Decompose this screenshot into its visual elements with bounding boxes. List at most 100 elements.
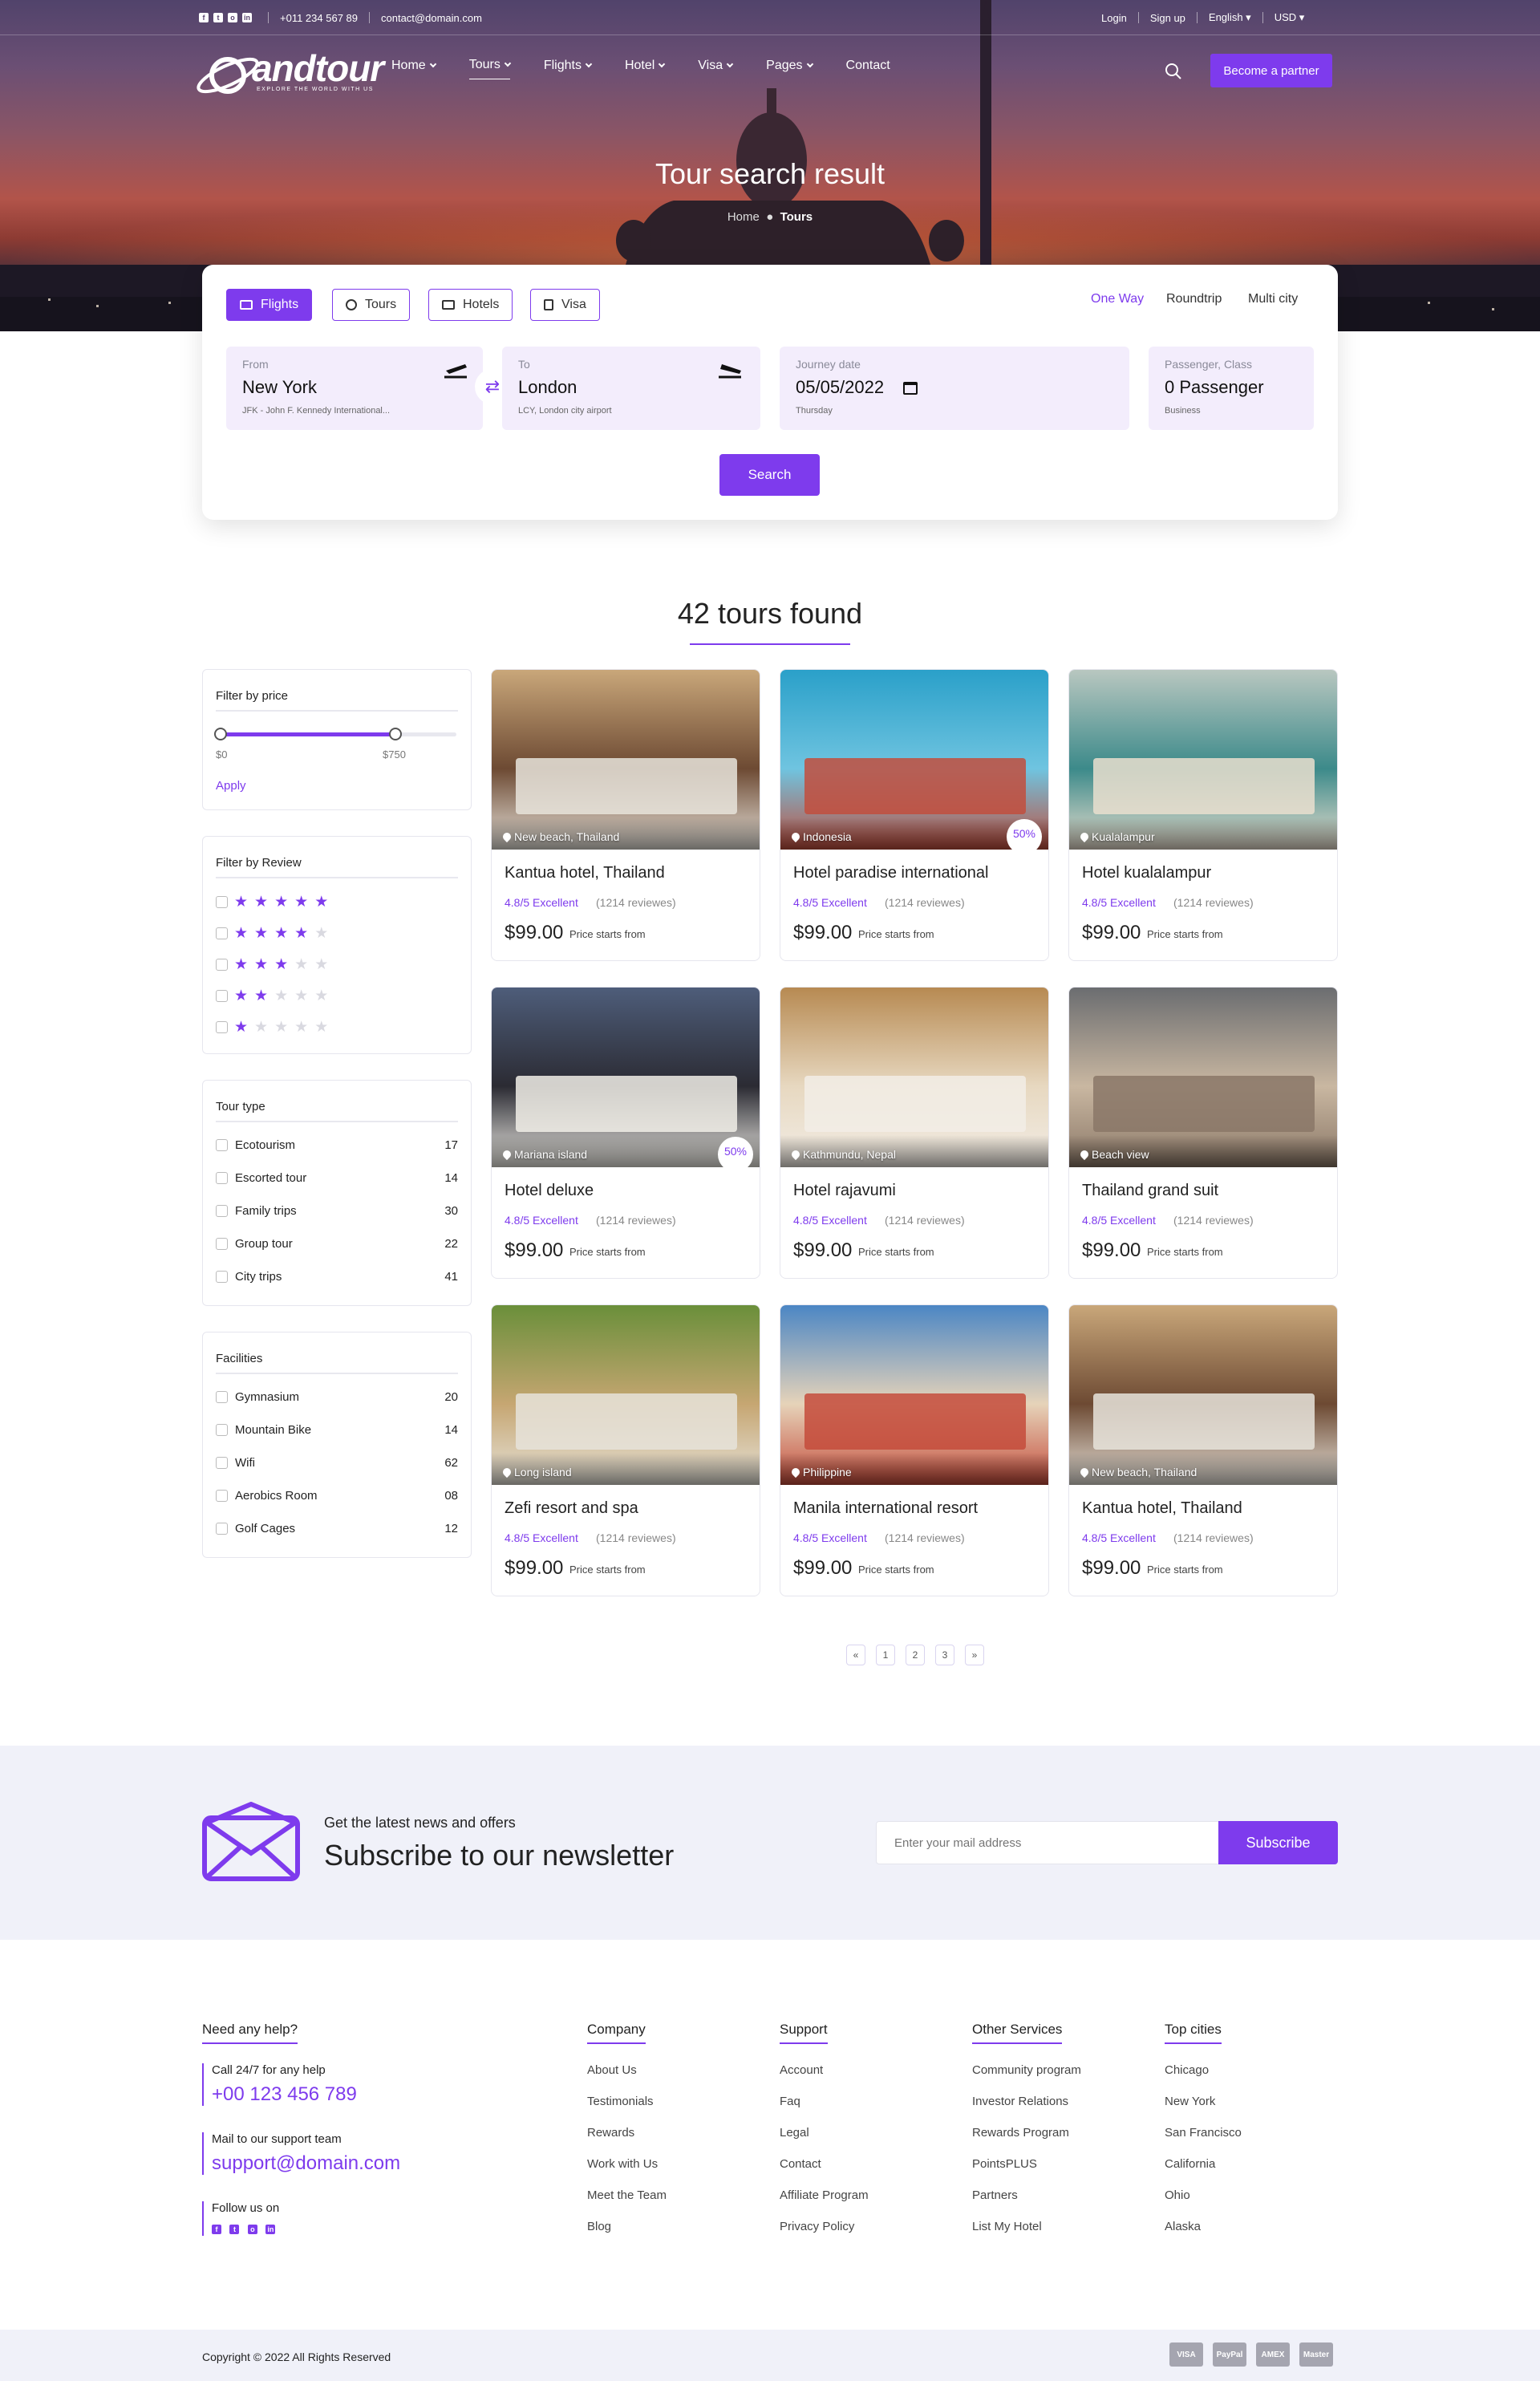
instagram-icon[interactable]: o [247, 2225, 257, 2234]
tour-type-ecotourism[interactable]: Ecotourism 17 [216, 1138, 458, 1152]
facebook-icon[interactable]: f [199, 13, 209, 22]
tour-photo[interactable]: Long island [492, 1305, 760, 1485]
tour-type-family[interactable]: Family trips 30 [216, 1204, 458, 1218]
footer-link[interactable]: Blog [587, 2220, 611, 2233]
footer-link[interactable]: Work with Us [587, 2157, 658, 2171]
nav-tours[interactable]: Tours [468, 58, 512, 79]
page-number[interactable]: 1 [876, 1645, 895, 1665]
footer-link[interactable]: Affiliate Program [780, 2188, 869, 2202]
facility-gymnasium[interactable]: Gymnasium 20 [216, 1390, 458, 1404]
search-button[interactable]: Search [719, 454, 820, 496]
checkbox[interactable] [216, 1391, 228, 1403]
checkbox[interactable] [216, 1424, 228, 1436]
footer-link[interactable]: California [1165, 2157, 1215, 2171]
nav-flights[interactable]: Flights [544, 58, 593, 79]
linkedin-icon[interactable]: in [265, 2225, 276, 2234]
trip-roundtrip[interactable]: Roundtrip [1166, 292, 1222, 306]
facility-mountain-bike[interactable]: Mountain Bike 14 [216, 1423, 458, 1437]
page-next[interactable]: » [965, 1645, 984, 1665]
footer-link[interactable]: Contact [780, 2157, 821, 2171]
tour-photo[interactable]: Kualalampur [1069, 670, 1337, 850]
footer-link[interactable]: San Francisco [1165, 2126, 1242, 2140]
linkedin-icon[interactable]: in [242, 13, 252, 22]
tour-name[interactable]: Zefi resort and spa [505, 1499, 638, 1518]
tour-type-city[interactable]: City trips 41 [216, 1270, 458, 1284]
page-number[interactable]: 3 [935, 1645, 954, 1665]
checkbox[interactable] [216, 1139, 228, 1151]
signup-link[interactable]: Sign up [1150, 12, 1185, 24]
apply-button[interactable]: Apply [216, 779, 246, 793]
newsletter-email-input[interactable] [876, 1821, 1219, 1864]
login-link[interactable]: Login [1101, 12, 1127, 24]
tour-name[interactable]: Kantua hotel, Thailand [505, 864, 665, 882]
tour-photo[interactable]: Mariana island 50% [492, 988, 760, 1167]
tour-photo[interactable]: Indonesia 50% [780, 670, 1048, 850]
footer-link[interactable]: Rewards [587, 2126, 634, 2140]
tour-type-escorted[interactable]: Escorted tour 14 [216, 1171, 458, 1185]
nav-pages[interactable]: Pages [766, 58, 813, 79]
tour-photo[interactable]: New beach, Thailand [492, 670, 760, 850]
checkbox[interactable] [216, 959, 228, 971]
tour-name[interactable]: Hotel paradise international [793, 864, 989, 882]
topbar-email[interactable]: contact@domain.com [381, 12, 482, 24]
facility-aerobics[interactable]: Aerobics Room 08 [216, 1489, 458, 1503]
trip-one-way[interactable]: One Way [1091, 292, 1144, 306]
price-max-handle[interactable] [389, 728, 402, 740]
search-icon[interactable] [1165, 63, 1182, 80]
tour-card[interactable]: Beach view Thailand grand suit 4.8/5 Excel… [1068, 987, 1338, 1279]
tour-card[interactable]: Philippine Manila international resort 4.8… [780, 1304, 1049, 1596]
topbar-phone[interactable]: +011 234 567 89 [280, 12, 358, 24]
footer-link[interactable]: Partners [972, 2188, 1018, 2202]
language-select[interactable]: English ▾ [1209, 11, 1251, 24]
footer-link[interactable]: About Us [587, 2063, 637, 2077]
currency-select[interactable]: USD ▾ [1275, 11, 1305, 24]
tour-name[interactable]: Thailand grand suit [1082, 1182, 1218, 1200]
mail-address[interactable]: support@domain.com [212, 2152, 400, 2175]
brand-logo[interactable]: andtour EXPLORE THE WORLD WITH US [196, 47, 384, 103]
checkbox[interactable] [216, 1490, 228, 1502]
tour-card[interactable]: Kualalampur Hotel kualalampur 4.8/5 Excell… [1068, 669, 1338, 961]
footer-link[interactable]: Testimonials [587, 2095, 654, 2108]
footer-link[interactable]: List My Hotel [972, 2220, 1042, 2233]
facility-wifi[interactable]: Wifi 62 [216, 1456, 458, 1470]
journey-date-field[interactable]: Journey date 05/05/2022 Thursday [780, 347, 1129, 430]
passenger-field[interactable]: Passenger, Class 0 Passenger Business [1149, 347, 1314, 430]
rating-option[interactable]: ★ ★ ★ ★ ★ [216, 988, 328, 1004]
tour-name[interactable]: Manila international resort [793, 1499, 978, 1518]
tour-photo[interactable]: Philippine [780, 1305, 1048, 1485]
tour-name[interactable]: Hotel deluxe [505, 1182, 594, 1200]
tour-photo[interactable]: New beach, Thailand [1069, 1305, 1337, 1485]
footer-link[interactable]: Meet the Team [587, 2188, 667, 2202]
footer-link[interactable]: Rewards Program [972, 2126, 1069, 2140]
checkbox[interactable] [216, 990, 228, 1002]
tab-hotels[interactable]: Hotels [428, 289, 513, 321]
rating-option[interactable]: ★ ★ ★ ★ ★ [216, 894, 328, 910]
nav-contact[interactable]: Contact [846, 58, 890, 79]
checkbox[interactable] [216, 1205, 228, 1217]
trip-multi-city[interactable]: Multi city [1248, 292, 1298, 306]
footer-link[interactable]: Legal [780, 2126, 809, 2140]
footer-link[interactable]: Account [780, 2063, 823, 2077]
tour-card[interactable]: Indonesia 50% Hotel paradise international… [780, 669, 1049, 961]
twitter-icon[interactable]: t [213, 13, 223, 22]
nav-visa[interactable]: Visa [698, 58, 734, 79]
instagram-icon[interactable]: o [228, 13, 237, 22]
tour-name[interactable]: Hotel rajavumi [793, 1182, 896, 1200]
nav-hotel[interactable]: Hotel [625, 58, 666, 79]
checkbox[interactable] [216, 1172, 228, 1184]
to-field[interactable]: To London LCY, London city airport [502, 347, 760, 430]
checkbox[interactable] [216, 896, 228, 908]
checkbox[interactable] [216, 1457, 228, 1469]
calendar-icon[interactable] [903, 382, 918, 395]
page-prev[interactable]: « [846, 1645, 865, 1665]
checkbox[interactable] [216, 1238, 228, 1250]
tour-type-group[interactable]: Group tour 22 [216, 1237, 458, 1251]
breadcrumb-home[interactable]: Home [727, 210, 760, 224]
tour-photo[interactable]: Beach view [1069, 988, 1337, 1167]
rating-option[interactable]: ★ ★ ★ ★ ★ [216, 926, 328, 941]
rating-option[interactable]: ★ ★ ★ ★ ★ [216, 957, 328, 972]
tab-flights[interactable]: Flights [226, 289, 313, 321]
tour-name[interactable]: Hotel kualalampur [1082, 864, 1211, 882]
checkbox[interactable] [216, 927, 228, 939]
checkbox[interactable] [216, 1271, 228, 1283]
